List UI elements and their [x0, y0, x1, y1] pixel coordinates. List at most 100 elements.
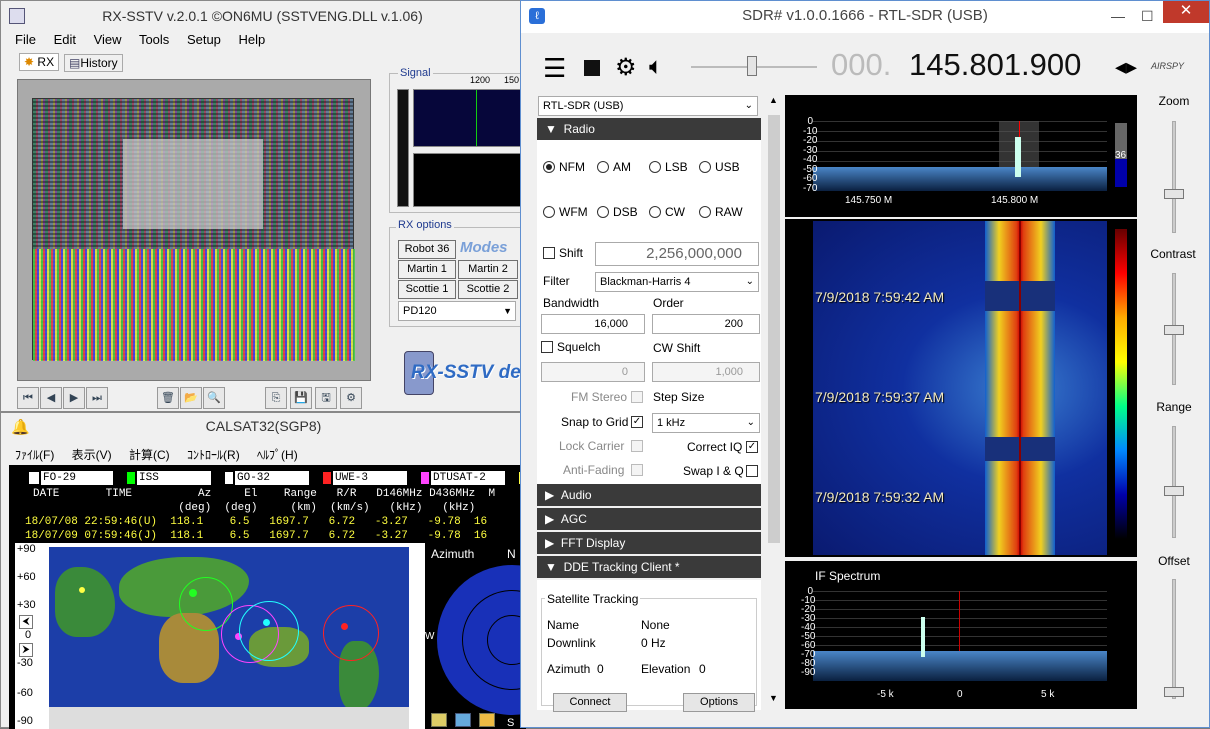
mode-raw[interactable]: RAW [699, 205, 743, 219]
fft-section-header[interactable]: ▶ FFT Display [537, 532, 761, 554]
audio-section-header[interactable]: ▶ Audio [537, 484, 761, 506]
offset-slider[interactable] [1172, 579, 1176, 699]
copy-icon[interactable]: ⎘ [265, 387, 287, 409]
sat-tab-iss[interactable]: ISS [127, 471, 211, 485]
squelch-check[interactable] [541, 341, 553, 353]
correctiq-check[interactable]: ✓ [746, 441, 758, 453]
gear-icon[interactable]: ⚙ [615, 53, 637, 82]
mode-nfm[interactable]: NFM [543, 160, 585, 174]
mode-nfm-radio[interactable] [543, 161, 555, 173]
scroll-down-icon[interactable]: ▼ [769, 693, 778, 703]
last-icon[interactable]: ⏭ [86, 387, 108, 409]
fmstereo-check[interactable] [631, 391, 643, 403]
range-thumb[interactable] [1164, 486, 1184, 496]
spectrum-panel[interactable]: 0 -10 -20 -30 -40 -50 -60 -70 145.750 M … [785, 95, 1137, 217]
speaker-icon[interactable]: 🔈︎ [649, 53, 663, 81]
sat-tab-fo29[interactable]: FO-29 [9, 471, 113, 485]
range-slider[interactable] [1172, 426, 1176, 538]
menu-view[interactable]: View [94, 32, 122, 47]
menu-help[interactable]: Help [239, 32, 266, 47]
mode-robot36-button[interactable]: Robot 36 [398, 240, 456, 259]
settings-icon[interactable]: ⚙ [340, 387, 362, 409]
mode-cw-radio[interactable] [649, 206, 661, 218]
tuning-arrows-icon[interactable]: ◂▸ [1115, 54, 1137, 80]
bandwidth-input[interactable]: 16,000 [541, 314, 645, 334]
shift-check[interactable] [543, 247, 555, 259]
maximize-button[interactable]: ☐ [1141, 1, 1154, 31]
agc-section-header[interactable]: ▶ AGC [537, 508, 761, 530]
mode-lsb-radio[interactable] [649, 161, 661, 173]
cwshift-input[interactable]: 1,000 [652, 362, 760, 382]
prev-icon[interactable]: ◀ [40, 387, 62, 409]
volume-thumb[interactable] [747, 56, 757, 76]
mode-select[interactable]: PD120 ▼ [398, 301, 516, 321]
sat-tab-uwe3[interactable]: UWE-3 [323, 471, 407, 485]
mode-lsb[interactable]: LSB [649, 160, 688, 174]
first-icon[interactable]: ⏮ [17, 387, 39, 409]
scroll-thumb[interactable] [768, 115, 780, 543]
mode-am[interactable]: AM [597, 160, 631, 174]
order-input[interactable]: 200 [652, 314, 760, 334]
mode-usb-radio[interactable] [699, 161, 711, 173]
dde-section-header[interactable]: ▼ DDE Tracking Client * [537, 556, 761, 578]
calsat-menu-calc[interactable]: 計算(C) [129, 448, 170, 462]
tab-history[interactable]: ▤History [64, 54, 123, 72]
snap-check[interactable]: ✓ [631, 416, 643, 428]
scroll-up-icon[interactable]: ▲ [769, 95, 778, 105]
mode-usb[interactable]: USB [699, 160, 740, 174]
swapiq-check[interactable] [746, 465, 758, 477]
squelch-input[interactable]: 0 [541, 362, 645, 382]
zoom-thumb[interactable] [1164, 189, 1184, 199]
mode-wfm[interactable]: WFM [543, 205, 588, 219]
calsat-menu-help[interactable]: ﾍﾙﾌﾟ(H) [257, 448, 298, 462]
map-left-button[interactable]: ⮜ [19, 615, 33, 629]
trash-icon[interactable]: 🗑 [157, 387, 179, 409]
options-button[interactable]: Options [683, 693, 755, 712]
menu-setup[interactable]: Setup [187, 32, 221, 47]
tab-rx[interactable]: ✸ RX [19, 53, 60, 71]
sat-tab-go32[interactable]: GO-32 [225, 471, 309, 485]
antifading-check[interactable] [631, 464, 643, 476]
frequency-display[interactable]: 145.801.900 [909, 47, 1081, 83]
calsat-menu-file[interactable]: ﾌｧｲﾙ(F) [15, 448, 54, 462]
if-spectrum-panel[interactable]: IF Spectrum 0 -10 -20 -30 -40 -50 -60 -7… [785, 561, 1137, 709]
menu-edit[interactable]: Edit [54, 32, 76, 47]
waterfall-panel[interactable]: 7/9/2018 7:59:42 AM 7/9/2018 7:59:37 AM … [785, 219, 1137, 557]
left-panel-scrollbar[interactable]: ▲ ▼ [767, 95, 781, 709]
stop-icon[interactable] [584, 60, 600, 76]
menu-file[interactable]: File [15, 32, 36, 47]
filter-select[interactable]: Blackman-Harris 4 ⌄ [595, 272, 759, 292]
close-button[interactable]: ✕ [1163, 1, 1209, 23]
next-icon[interactable]: ▶ [63, 387, 85, 409]
calsat-menu-control[interactable]: ｺﾝﾄﾛｰﾙ(R) [187, 448, 240, 462]
menu-hamburger-icon[interactable]: ☰ [543, 55, 566, 81]
mode-scottie1-button[interactable]: Scottie 1 [398, 280, 456, 299]
squelch-checkbox[interactable]: Squelch [541, 340, 600, 354]
mode-scottie2-button[interactable]: Scottie 2 [458, 280, 518, 299]
target-icon[interactable] [479, 713, 495, 727]
map-right-button[interactable]: ⮞ [19, 643, 33, 657]
mode-wfm-radio[interactable] [543, 206, 555, 218]
mode-martin2-button[interactable]: Martin 2 [458, 260, 518, 279]
lockcarrier-check[interactable] [631, 440, 643, 452]
contrast-thumb[interactable] [1164, 325, 1184, 335]
shift-checkbox[interactable]: Shift [543, 246, 583, 260]
offset-thumb[interactable] [1164, 687, 1184, 697]
shift-input[interactable]: 2,256,000,000 [595, 242, 759, 266]
zoom-icon[interactable]: 🔍 [203, 387, 225, 409]
mode-martin1-button[interactable]: Martin 1 [398, 260, 456, 279]
device-select[interactable]: RTL-SDR (USB) ⌄ [538, 96, 758, 116]
mode-cw[interactable]: CW [649, 205, 685, 219]
sat-tab-dtusat2[interactable]: DTUSAT-2 [421, 471, 505, 485]
radio-section-header[interactable]: ▼ Radio [537, 118, 761, 140]
calsat-menu-view[interactable]: 表示(V) [72, 448, 112, 462]
zoom-slider[interactable] [1172, 121, 1176, 233]
minimize-button[interactable]: — [1111, 1, 1125, 31]
save-as-icon[interactable]: 🖫 [315, 387, 337, 409]
folder-icon[interactable]: 📂 [180, 387, 202, 409]
step-select[interactable]: 1 kHz ⌄ [652, 413, 760, 433]
connect-button[interactable]: Connect [553, 693, 627, 712]
mode-am-radio[interactable] [597, 161, 609, 173]
tool-icon[interactable] [431, 713, 447, 727]
mode-dsb[interactable]: DSB [597, 205, 638, 219]
